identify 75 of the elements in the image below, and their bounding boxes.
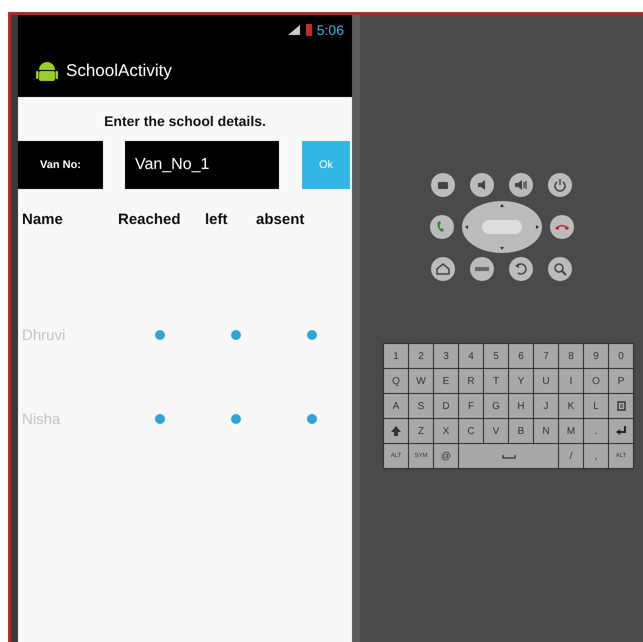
keyboard-key[interactable]: 7 — [534, 344, 558, 368]
keyboard-key[interactable]: A — [384, 394, 408, 418]
radio-button[interactable] — [231, 414, 241, 424]
column-header: left — [205, 211, 228, 228]
power-icon[interactable] — [548, 173, 572, 197]
call-icon[interactable] — [430, 215, 454, 239]
volume-up-icon[interactable] — [509, 173, 533, 197]
column-header: absent — [256, 211, 304, 228]
radio-button[interactable] — [155, 414, 165, 424]
keyboard-key[interactable]: H — [509, 394, 533, 418]
keyboard-key[interactable]: R — [459, 369, 483, 393]
column-header: Reached — [118, 211, 181, 228]
keyboard-key[interactable]: V — [484, 419, 508, 443]
keyboard-key[interactable]: L — [584, 394, 608, 418]
keyboard-key[interactable]: T — [484, 369, 508, 393]
keyboard-key[interactable]: F — [459, 394, 483, 418]
volume-down-icon[interactable] — [470, 173, 494, 197]
keyboard-key[interactable]: P — [609, 369, 633, 393]
app-title: SchoolActivity — [66, 61, 172, 81]
keyboard-key[interactable]: B — [509, 419, 533, 443]
keyboard-key[interactable]: Y — [509, 369, 533, 393]
keyboard-key[interactable]: 5 — [484, 344, 508, 368]
keyboard-key[interactable]: N — [534, 419, 558, 443]
keyboard-key[interactable]: 3 — [434, 344, 458, 368]
keyboard-key[interactable]: . — [584, 419, 608, 443]
search-icon[interactable] — [548, 257, 572, 281]
menu-icon[interactable] — [470, 257, 494, 281]
battery-icon — [306, 24, 312, 36]
keyboard-key[interactable]: U — [534, 369, 558, 393]
enter-arrow-icon — [615, 425, 627, 437]
van-label: Van No: — [18, 141, 103, 189]
end-call-icon[interactable] — [550, 215, 574, 239]
keyboard-key[interactable]: G — [484, 394, 508, 418]
keyboard-key[interactable]: 2 — [409, 344, 433, 368]
keyboard-key[interactable]: O — [584, 369, 608, 393]
van-number-field[interactable]: Van_No_1 — [125, 141, 279, 189]
radio-button[interactable] — [307, 414, 317, 424]
keyboard-key[interactable]: W — [409, 369, 433, 393]
keyboard-key[interactable]: E — [434, 369, 458, 393]
space-icon — [502, 454, 516, 458]
keyboard-key[interactable]: 8 — [559, 344, 583, 368]
camera-icon[interactable] — [431, 173, 455, 197]
keyboard-key[interactable]: 9 — [584, 344, 608, 368]
keyboard-key[interactable]: D — [434, 394, 458, 418]
dpad-icon[interactable] — [462, 201, 542, 253]
form-heading: Enter the school details. — [103, 113, 267, 129]
keyboard-key[interactable]: Q — [384, 369, 408, 393]
keyboard-key[interactable]: X — [434, 419, 458, 443]
radio-button[interactable] — [231, 330, 241, 340]
keyboard-key[interactable]: J — [534, 394, 558, 418]
keyboard-key[interactable]: Z — [409, 419, 433, 443]
keyboard-key[interactable]: C — [459, 419, 483, 443]
keyboard-key[interactable]: 1 — [384, 344, 408, 368]
shift-key[interactable] — [384, 419, 408, 443]
android-robot-icon — [36, 59, 58, 83]
delete-key[interactable] — [609, 394, 633, 418]
keyboard-key[interactable]: M — [559, 419, 583, 443]
keyboard-key[interactable]: S — [409, 394, 433, 418]
keyboard-key[interactable]: @ — [434, 444, 458, 468]
home-icon[interactable] — [431, 257, 455, 281]
up-arrow-icon — [390, 425, 402, 437]
column-header: Name — [22, 211, 63, 228]
keyboard-key[interactable]: 4 — [459, 344, 483, 368]
keyboard-key[interactable]: , — [584, 444, 608, 468]
clock: 5:06 — [316, 22, 344, 38]
keyboard-key[interactable]: K — [559, 394, 583, 418]
signal-icon — [286, 24, 301, 36]
keyboard-key[interactable]: I — [559, 369, 583, 393]
radio-button[interactable] — [307, 330, 317, 340]
keyboard-key[interactable]: 0 — [609, 344, 633, 368]
keyboard-key[interactable]: 6 — [509, 344, 533, 368]
back-icon[interactable] — [509, 257, 533, 281]
keyboard-key[interactable]: / — [559, 444, 583, 468]
enter-key[interactable] — [609, 419, 633, 443]
radio-button[interactable] — [155, 330, 165, 340]
